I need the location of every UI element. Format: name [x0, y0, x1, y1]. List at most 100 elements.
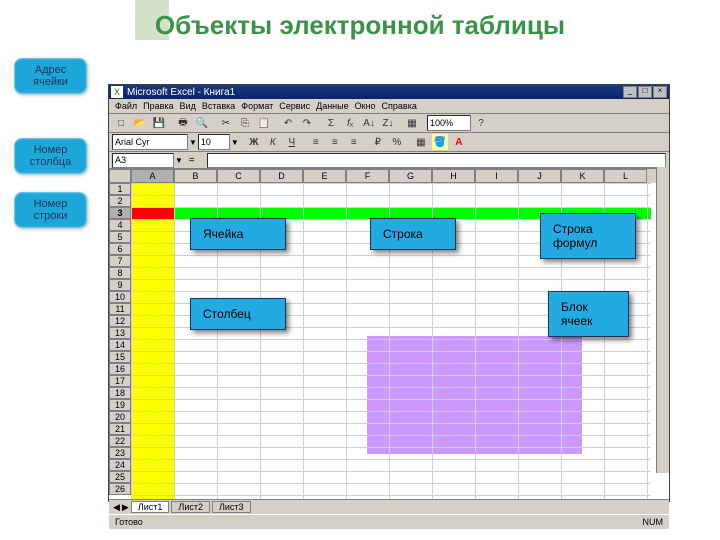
percent-icon[interactable]: % [388, 133, 406, 151]
align-right-icon[interactable]: ≡ [345, 133, 363, 151]
menu-file[interactable]: Файл [115, 101, 137, 111]
label-cell-address: Адрес ячейки [14, 58, 87, 94]
sheet-tab-1[interactable]: Лист1 [131, 501, 170, 513]
titlebar: X Microsoft Excel - Книга1 _ □ × [109, 85, 669, 99]
row-header-20[interactable]: 20 [109, 411, 131, 423]
align-left-icon[interactable]: ≡ [307, 133, 325, 151]
column-header-I[interactable]: I [475, 169, 518, 183]
window-title: Microsoft Excel - Книга1 [127, 87, 235, 98]
copy-icon[interactable]: ⎘ [236, 114, 254, 132]
paste-icon[interactable]: 📋 [255, 114, 273, 132]
new-icon[interactable]: □ [112, 114, 130, 132]
row-header-19[interactable]: 19 [109, 399, 131, 411]
column-header-H[interactable]: H [432, 169, 475, 183]
borders-icon[interactable]: ▦ [412, 133, 430, 151]
row-header-25[interactable]: 25 [109, 471, 131, 483]
row-header-21[interactable]: 21 [109, 423, 131, 435]
italic-icon[interactable]: К [264, 133, 282, 151]
row-header-18[interactable]: 18 [109, 387, 131, 399]
align-center-icon[interactable]: ≡ [326, 133, 344, 151]
row-header-22[interactable]: 22 [109, 435, 131, 447]
zoom-box[interactable]: 100% [427, 115, 471, 131]
minimize-button[interactable]: _ [623, 86, 637, 98]
excel-icon: X [111, 86, 123, 98]
print-icon[interactable]: 🖶 [174, 114, 192, 132]
row-header-9[interactable]: 9 [109, 279, 131, 291]
sheet-tab-2[interactable]: Лист2 [171, 501, 210, 513]
row-header-7[interactable]: 7 [109, 255, 131, 267]
row-header-26[interactable]: 26 [109, 483, 131, 495]
bold-icon[interactable]: Ж [245, 133, 263, 151]
menu-insert[interactable]: Вставка [202, 101, 235, 111]
undo-icon[interactable]: ↶ [279, 114, 297, 132]
menu-view[interactable]: Вид [180, 101, 196, 111]
row-header-17[interactable]: 17 [109, 375, 131, 387]
fill-color-icon[interactable]: 🪣 [431, 133, 449, 151]
menu-data[interactable]: Данные [316, 101, 349, 111]
row-header-5[interactable]: 5 [109, 231, 131, 243]
menu-window[interactable]: Окно [355, 101, 376, 111]
row-header-14[interactable]: 14 [109, 339, 131, 351]
format-toolbar: Arial Cyr ▼ 10 ▼ Ж К Ч ≡ ≡ ≡ ₽ % ▦ 🪣 A [109, 133, 669, 152]
close-button[interactable]: × [653, 86, 667, 98]
menu-bar: Файл Правка Вид Вставка Формат Сервис Да… [109, 99, 669, 114]
redo-icon[interactable]: ↷ [298, 114, 316, 132]
sort-desc-icon[interactable]: Z↓ [379, 114, 397, 132]
column-header-L[interactable]: L [604, 169, 647, 183]
status-bar: Готово NUM [109, 514, 669, 529]
save-icon[interactable]: 💾 [150, 114, 168, 132]
callout-row: Строка [370, 218, 456, 250]
name-box[interactable]: A3 [112, 153, 174, 168]
row-header-23[interactable]: 23 [109, 447, 131, 459]
slide-title: Объекты электронной таблицы [0, 10, 720, 41]
column-header-D[interactable]: D [260, 169, 303, 183]
select-all-corner[interactable] [109, 169, 131, 183]
row-header-1[interactable]: 1 [109, 183, 131, 195]
menu-edit[interactable]: Правка [143, 101, 173, 111]
column-header-E[interactable]: E [303, 169, 346, 183]
row-header-13[interactable]: 13 [109, 327, 131, 339]
row-header-24[interactable]: 24 [109, 459, 131, 471]
sort-asc-icon[interactable]: A↓ [360, 114, 378, 132]
open-icon[interactable]: 📂 [131, 114, 149, 132]
column-header-C[interactable]: C [217, 169, 260, 183]
row-header-11[interactable]: 11 [109, 303, 131, 315]
fx-icon[interactable]: fₓ [341, 114, 359, 132]
status-ready: Готово [115, 517, 143, 527]
maximize-button[interactable]: □ [638, 86, 652, 98]
row-header-16[interactable]: 16 [109, 363, 131, 375]
font-color-icon[interactable]: A [450, 133, 468, 151]
cut-icon[interactable]: ✂ [217, 114, 235, 132]
underline-icon[interactable]: Ч [283, 133, 301, 151]
column-header-A[interactable]: A [131, 169, 174, 183]
row-header-6[interactable]: 6 [109, 243, 131, 255]
sheet-tab-3[interactable]: Лист3 [212, 501, 251, 513]
column-header-K[interactable]: K [561, 169, 604, 183]
help-icon[interactable]: ? [472, 114, 490, 132]
row-header-10[interactable]: 10 [109, 291, 131, 303]
formula-input[interactable] [207, 153, 666, 168]
preview-icon[interactable]: 🔍 [193, 114, 211, 132]
font-name-box[interactable]: Arial Cyr [112, 134, 188, 150]
column-header-G[interactable]: G [389, 169, 432, 183]
vertical-scrollbar[interactable] [656, 167, 669, 473]
row-header-3[interactable]: 3 [109, 207, 131, 219]
column-header-J[interactable]: J [518, 169, 561, 183]
chart-icon[interactable]: ▦ [403, 114, 421, 132]
sum-icon[interactable]: Σ [322, 114, 340, 132]
sheet-tabs: ◀▶ Лист1 Лист2 Лист3 [109, 499, 669, 514]
row-header-12[interactable]: 12 [109, 315, 131, 327]
menu-help[interactable]: Справка [382, 101, 417, 111]
font-size-box[interactable]: 10 [198, 134, 230, 150]
menu-format[interactable]: Формат [241, 101, 273, 111]
column-header-F[interactable]: F [346, 169, 389, 183]
row-header-2[interactable]: 2 [109, 195, 131, 207]
row-header-15[interactable]: 15 [109, 351, 131, 363]
callout-column: Столбец [190, 298, 286, 330]
callout-cell: Ячейка [190, 218, 286, 250]
menu-tools[interactable]: Сервис [279, 101, 310, 111]
column-header-B[interactable]: B [174, 169, 217, 183]
currency-icon[interactable]: ₽ [369, 133, 387, 151]
row-header-4[interactable]: 4 [109, 219, 131, 231]
row-header-8[interactable]: 8 [109, 267, 131, 279]
